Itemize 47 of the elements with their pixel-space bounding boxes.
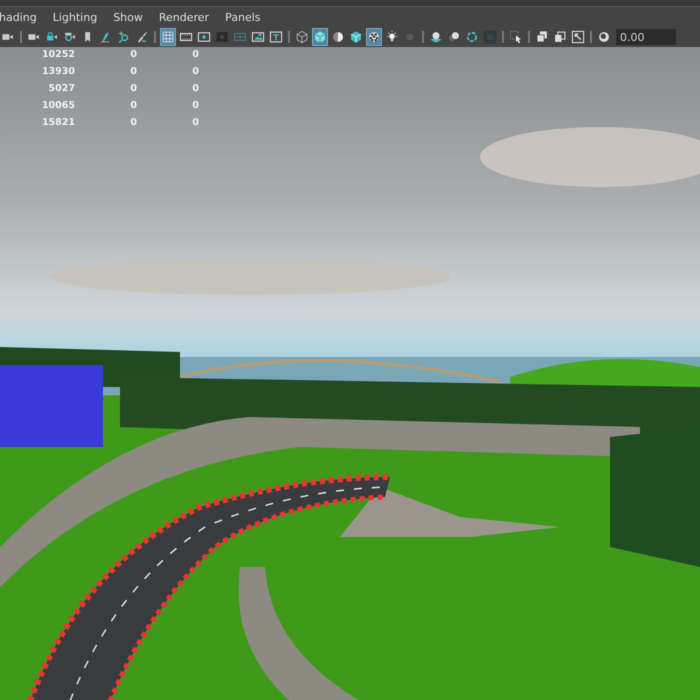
menu-item[interactable]: Panels [225, 10, 260, 24]
stat-value: 0 [129, 83, 137, 94]
sphere-on-plane-icon [429, 30, 443, 44]
stat-value: 0 [129, 100, 137, 111]
stat-value: 5027 [48, 83, 75, 94]
overlapping-squares-icon [553, 30, 567, 44]
stat-value: 0 [191, 100, 199, 111]
stat-value: 0 [129, 66, 137, 77]
brush-icon [135, 30, 149, 44]
stacked-squares-icon [535, 30, 549, 44]
safe-action-icon [251, 30, 265, 44]
stat-value: 0 [191, 49, 199, 60]
textured-cube-icon [349, 30, 363, 44]
stat-value: 10065 [40, 100, 75, 111]
stat-value: 15821 [40, 117, 75, 128]
dashed-circle-icon [465, 30, 479, 44]
stat-value: 0 [191, 66, 199, 77]
stat-value: 0 [129, 117, 137, 128]
toolbar-button[interactable] [570, 28, 586, 46]
gate-icon [197, 30, 211, 44]
menu-item[interactable]: Show [113, 10, 143, 24]
zoom-icon [117, 30, 131, 44]
spheres-icon [447, 30, 461, 44]
stat-value: 0 [129, 49, 137, 60]
menu-item[interactable]: Lighting [52, 10, 98, 24]
light-bulb-icon [385, 30, 399, 44]
toolbar-button[interactable] [294, 28, 310, 46]
checker-sphere-icon [367, 30, 381, 44]
half-shaded-sphere-icon [331, 30, 345, 44]
stat-value: 0 [191, 83, 199, 94]
stat-value: 0 [191, 117, 199, 128]
field-chart-icon [233, 30, 247, 44]
stat-value: 13930 [40, 66, 75, 77]
grid-icon [161, 30, 175, 44]
wireframe-cube-icon [295, 30, 309, 44]
safe-title-icon [269, 30, 283, 44]
menu-item[interactable]: Renderer [158, 10, 210, 24]
aperture-icon [597, 30, 611, 44]
stat-value: 10252 [40, 49, 75, 60]
camera-ring-icon [63, 30, 77, 44]
gate-mask-icon [215, 30, 229, 44]
time-input-field[interactable]: 0.00 [616, 29, 676, 45]
film-strip-icon [179, 30, 193, 44]
toolbar-button[interactable] [366, 28, 382, 46]
menu-item[interactable]: hading [0, 10, 37, 24]
select-camera-icon [509, 30, 523, 44]
shaded-cube-icon [313, 30, 327, 44]
